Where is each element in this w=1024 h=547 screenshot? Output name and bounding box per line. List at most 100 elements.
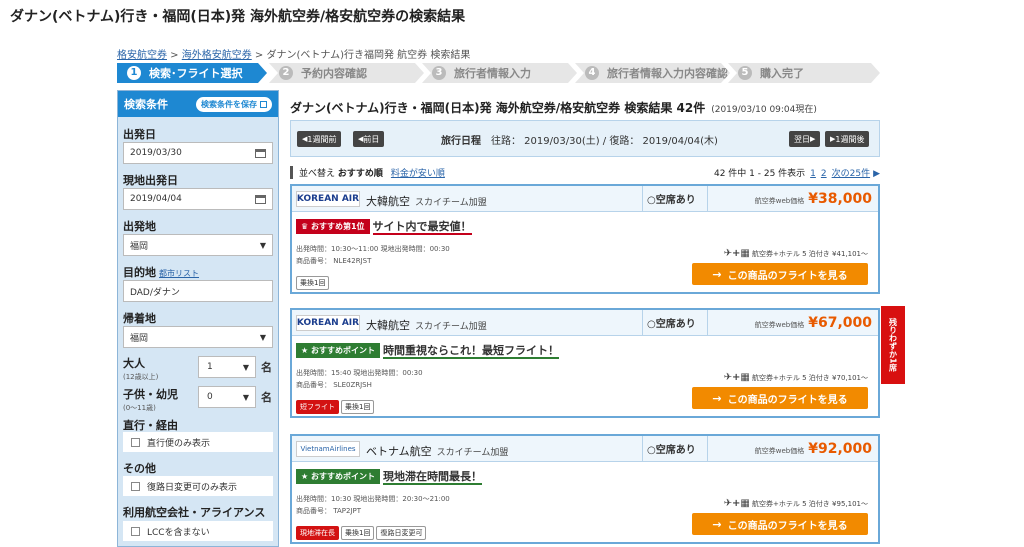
sort-by-price-link[interactable]: 料金が安い順 <box>391 169 445 179</box>
sidebar-header: 検索条件 検索条件を保存 <box>118 91 278 117</box>
tags: 乗換1回 <box>296 270 331 290</box>
arrow-right-icon: ▶ <box>810 135 816 143</box>
dep-date-input[interactable]: 2019/03/30 <box>123 142 273 164</box>
seat-status: ○空席あり <box>642 186 707 211</box>
step-label: 検索･フライト選択 <box>149 67 243 80</box>
next-day-button[interactable]: 翌日 ▶ <box>789 131 821 147</box>
airline-name-text: 大韓航空 <box>366 195 410 208</box>
price-label: 航空券web価格 <box>754 447 805 455</box>
tag-transfer: 乗換1回 <box>341 526 375 540</box>
return-change-label: 復路日変更可のみ表示 <box>147 482 238 493</box>
breadcrumb-link-cheap-tickets[interactable]: 格安航空券 <box>117 50 167 61</box>
flight-times: 出発時間：10:30〜11:00 現地出発時間：00:30 <box>296 245 450 253</box>
page-link-2[interactable]: 2 <box>821 169 827 179</box>
sidebar-title: 検索条件 <box>124 98 168 111</box>
badge-label: おすすめポイント <box>310 345 375 355</box>
tags: 現地滞在長 乗換1回 復路日変更可 <box>296 520 428 540</box>
hotel-price: ¥95,101〜 <box>832 500 868 508</box>
direct-only-checkbox[interactable] <box>131 437 140 447</box>
direct-only-option[interactable]: 直行便のみ表示 <box>123 432 273 452</box>
return-change-option[interactable]: 復路日変更可のみ表示 <box>123 476 273 496</box>
price-box: 航空券web価格 ¥92,000 <box>707 436 878 461</box>
child-age-note: (0〜11歳) <box>123 404 156 412</box>
no-lcc-checkbox[interactable] <box>131 526 140 536</box>
recommendation-message: 現地滞在時間最長！ <box>382 470 482 485</box>
next-week-label: 1週間後 <box>835 134 865 144</box>
calendar-icon[interactable] <box>255 149 266 158</box>
origin-select[interactable]: 福岡 ▼ <box>123 234 273 256</box>
save-search-button[interactable]: 検索条件を保存 <box>196 96 272 112</box>
local-dep-input[interactable]: 2019/04/04 <box>123 188 273 210</box>
badge-label: おすすめポイント <box>310 471 375 481</box>
prev-week-button[interactable]: ◀ 1週間前 <box>297 131 342 147</box>
view-flight-button[interactable]: → この商品のフライトを見る <box>692 387 868 409</box>
no-lcc-label: LCCを含まない <box>147 527 210 538</box>
next-week-button[interactable]: ▶ 1週間後 <box>825 131 870 147</box>
recommendation-message: 時間重視ならこれ！最短フライト！ <box>382 344 559 359</box>
card-header: KOREAN AIR 大韓航空 スカイチーム加盟 ○空席あり 航空券web価格 ¥3… <box>292 186 878 212</box>
recommendation: ★ おすすめポイント 現地滞在時間最長！ <box>296 468 482 485</box>
breadcrumb-separator: > <box>251 50 267 61</box>
next-page-link[interactable]: 次の25件 <box>832 169 870 179</box>
plane-hotel-icon: ✈+▦ <box>723 498 750 509</box>
save-search-label: 検索条件を保存 <box>201 99 257 109</box>
view-flight-button[interactable]: → この商品のフライトを見る <box>692 513 868 535</box>
airline-logo: VietnamAirlines <box>296 441 360 457</box>
return-change-checkbox[interactable] <box>131 481 140 491</box>
child-count-select[interactable]: 0 ▼ <box>198 386 256 408</box>
search-sidebar: 検索条件 検索条件を保存 出発日 2019/03/30 現地出発日 2019/0… <box>117 90 279 547</box>
arrow-right-icon: → <box>712 517 722 531</box>
price: 航空券web価格 ¥92,000 <box>755 441 872 457</box>
view-flight-button[interactable]: → この商品のフライトを見る <box>692 263 868 285</box>
product-code: 商品番号： NLE42RJST <box>296 257 372 265</box>
local-dep-label: 現地出発日 <box>123 174 178 187</box>
dep-date-value: 2019/03/30 <box>130 148 182 158</box>
airline-name: 大韓航空 スカイチーム加盟 <box>366 317 487 333</box>
hotel-price: ¥41,101〜 <box>832 250 868 258</box>
dest-input[interactable]: DAD/ダナン <box>123 280 273 302</box>
product-code: 商品番号： TAP2JPT <box>296 507 361 515</box>
hotel-label: 航空券+ホテル 5 泊付き <box>752 500 830 508</box>
page-link-1[interactable]: 1 <box>810 169 816 179</box>
price-box: 航空券web価格 ¥38,000 <box>707 186 878 211</box>
date-navigation: ◀ 1週間前 ◀ 前日 旅行日程 往路： 2019/03/30(土) / 復路： 20… <box>290 120 880 157</box>
alliance: スカイチーム加盟 <box>415 322 487 332</box>
no-lcc-option[interactable]: LCCを含まない <box>123 521 273 541</box>
step-label: 旅行者情報入力内容確認 <box>607 67 728 80</box>
tag-short-flight: 短フライト <box>296 400 339 414</box>
flight-times: 出発時間：15:40 現地出発時間：00:30 <box>296 369 423 377</box>
airline-name: 大韓航空 スカイチーム加盟 <box>366 193 487 209</box>
result-count: 42 件中 1 - 25 件表示 <box>713 169 806 179</box>
step-number: 3 <box>432 66 446 80</box>
hotel-price: ¥70,101〜 <box>832 374 868 382</box>
itinerary-label: 旅行日程 <box>441 136 481 147</box>
flight-card: VietnamAirlines ベトナム航空 スカイチーム加盟 ○空席あり 航空券… <box>290 434 880 544</box>
airline-name-text: 大韓航空 <box>366 319 410 332</box>
hotel-label: 航空券+ホテル 5 泊付き <box>752 250 830 258</box>
child-unit: 名 <box>261 391 272 404</box>
return-select[interactable]: 福岡 ▼ <box>123 326 273 348</box>
origin-label: 出発地 <box>123 220 156 233</box>
page-title: ダナン(ベトナム)行き・福岡(日本)発 海外航空券/格安航空券の検索結果 <box>10 9 466 25</box>
adult-count-select[interactable]: 1 ▼ <box>198 356 256 378</box>
plane-hotel-icon: ✈+▦ <box>723 248 750 259</box>
city-list-link[interactable]: 都市リスト <box>159 269 199 278</box>
star-badge: ★ おすすめポイント <box>296 342 380 358</box>
arrow-right-icon: → <box>712 267 722 281</box>
price-value: ¥92,000 <box>808 441 872 457</box>
prev-day-button[interactable]: ◀ 前日 <box>353 131 385 147</box>
breadcrumb-link-overseas[interactable]: 海外格安航空券 <box>182 50 252 61</box>
step-label: 購入完了 <box>760 67 804 80</box>
direct-only-label: 直行便のみ表示 <box>147 438 211 449</box>
calendar-icon[interactable] <box>255 195 266 204</box>
other-label: その他 <box>123 462 156 475</box>
hotel-package: ✈+▦ 航空券+ホテル 5 泊付き ¥95,101〜 <box>724 498 868 509</box>
chevron-down-icon: ▼ <box>242 363 249 372</box>
dep-date-label: 出発日 <box>123 128 156 141</box>
hotel-package: ✈+▦ 航空券+ホテル 5 泊付き ¥70,101〜 <box>724 372 868 383</box>
step-3: 3 旅行者情報入力 <box>422 63 577 83</box>
hotel-package: ✈+▦ 航空券+ホテル 5 泊付き ¥41,101〜 <box>724 248 868 259</box>
adult-age-note: (12歳以上) <box>123 373 159 381</box>
alliance: スカイチーム加盟 <box>415 198 487 208</box>
card-header: VietnamAirlines ベトナム航空 スカイチーム加盟 ○空席あり 航空券… <box>292 436 878 462</box>
